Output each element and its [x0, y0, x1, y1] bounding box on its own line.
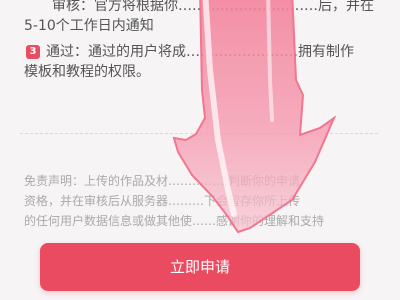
apply-now-button[interactable]: 立即申请 [40, 243, 360, 291]
rule-3-line-2: 模板和教程的权限。 [24, 64, 150, 80]
rule-2-line-2: 5-10个工作日内通知 [24, 18, 154, 34]
rule-2-line-1: 审核：官方将根据你…………………………后，并在 [52, 0, 374, 14]
disclaimer-line-1: 免责声明：上传的作品及材……………判断你的申请 [24, 174, 301, 188]
rule-3-number-badge: 3 [26, 45, 40, 59]
section-divider [20, 133, 378, 134]
rule-3-line-1: 通过：通过的用户将成……………………拥有制作 [46, 44, 354, 60]
application-screen: 审核：官方将根据你…………………………后，并在 5-10个工作日内通知 3 通过… [0, 0, 400, 300]
rules-card: 审核：官方将根据你…………………………后，并在 5-10个工作日内通知 3 通过… [0, 0, 400, 300]
disclaimer-line-3: 的任何用户数据信息或做其他使……感谢你的理解和支持 [24, 214, 325, 228]
disclaimer-line-2: 资格，并在审核后从服务器………下会留存你所上传 [24, 194, 301, 208]
